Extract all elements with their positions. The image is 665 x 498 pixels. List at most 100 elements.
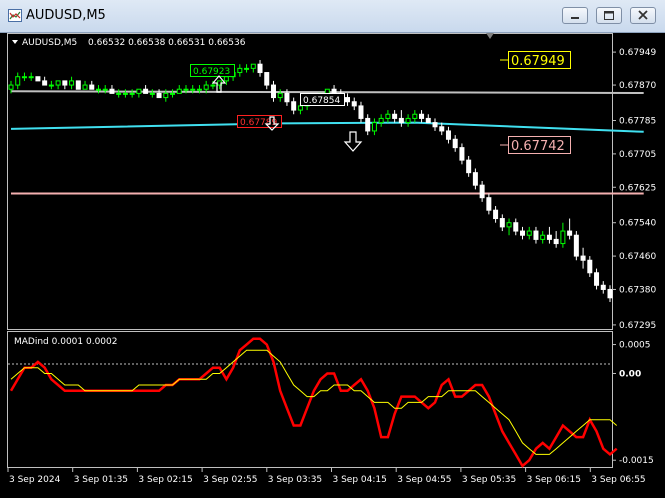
- candle-body: [210, 84, 216, 87]
- candle-body: [466, 159, 472, 174]
- candle-body: [223, 76, 229, 82]
- maximize-button[interactable]: [596, 7, 622, 24]
- candle-body: [297, 105, 303, 111]
- candle-body: [8, 84, 14, 90]
- candle-body: [136, 88, 142, 94]
- candle-body: [358, 105, 364, 119]
- candle-body: [122, 92, 128, 95]
- candle-body: [412, 113, 418, 119]
- candle-body: [257, 63, 263, 74]
- price-tick-label: 0.67785: [619, 117, 656, 127]
- indicator-name: MADind 0.0001 0.0002: [14, 337, 117, 347]
- candle-body: [513, 222, 519, 232]
- indicator-tick-label: 0.0005: [619, 341, 651, 351]
- price-tick-label: 0.67870: [619, 81, 656, 91]
- candle-body: [21, 76, 27, 79]
- candle-body: [385, 113, 391, 119]
- time-tick-label: 3 Sep 02:15: [138, 475, 192, 485]
- window-title: AUDUSD,M5: [26, 8, 106, 23]
- price-chart[interactable]: AUDUSD,M5 0.66532 0.66538 0.66531 0.6653…: [0, 33, 665, 498]
- candle-body: [493, 209, 499, 220]
- trade-tag-red[interactable]: 0.67789: [237, 115, 282, 129]
- candle-body: [324, 88, 330, 94]
- trade-tag-white[interactable]: 0.67854: [300, 93, 345, 107]
- candle-body: [472, 172, 478, 186]
- candle-body: [439, 126, 445, 132]
- candle-body: [62, 80, 68, 86]
- time-tick-label: 3 Sep 03:35: [268, 475, 322, 485]
- maximize-icon: [604, 11, 614, 20]
- candle-body: [587, 259, 593, 274]
- candle-body: [82, 84, 88, 90]
- candle-body: [264, 72, 270, 86]
- candle-body: [176, 88, 182, 94]
- indicator-tick-label: -0.0015: [619, 456, 654, 466]
- time-tick-label: 3 Sep 02:55: [203, 475, 257, 485]
- time-tick-label: 3 Sep 04:15: [333, 475, 387, 485]
- price-tick-label: 0.67949: [619, 48, 656, 58]
- chart-window: AUDUSD,M5 AUDUSD,M5 0.66532 0.66538 0.66…: [0, 0, 665, 498]
- candle-body: [35, 76, 41, 82]
- time-tick-label: 3 Sep 04:55: [397, 475, 451, 485]
- time-tick-label: 3 Sep 06:15: [527, 475, 581, 485]
- trade-tag-green-text: 0.67923: [193, 67, 230, 77]
- candle-body: [506, 222, 512, 228]
- candle-body: [452, 138, 458, 149]
- candle-body: [365, 117, 371, 132]
- candle-body: [600, 284, 606, 290]
- candle-body: [425, 117, 431, 124]
- chart-window-icon: [8, 9, 22, 22]
- candle-body: [479, 184, 485, 199]
- candle-body: [75, 80, 81, 90]
- candle-body: [156, 92, 162, 99]
- candle-body: [459, 147, 465, 161]
- close-button[interactable]: [630, 7, 656, 24]
- price-tick-label: 0.67460: [619, 252, 656, 262]
- time-tick-label: 3 Sep 05:35: [462, 475, 516, 485]
- upper-level-tag[interactable]: 0.67949: [500, 51, 571, 70]
- minimize-icon: [571, 17, 579, 19]
- candle-body: [284, 92, 290, 103]
- candle-body: [277, 92, 283, 99]
- candle-body: [42, 80, 48, 86]
- candle-body: [15, 76, 21, 86]
- candle-body: [546, 234, 552, 240]
- candle-body: [163, 92, 169, 99]
- minimize-button[interactable]: [562, 7, 588, 24]
- price-tick-label: 0.67625: [619, 183, 656, 193]
- candle-body: [331, 88, 337, 94]
- trade-tag-green[interactable]: 0.67923: [190, 64, 235, 78]
- candle-body: [445, 130, 451, 140]
- lower-level-value: 0.67742: [511, 139, 565, 154]
- price-tick-label: 0.67295: [619, 321, 656, 331]
- price-axis: 0.67949 0.67870 0.67785 0.67705 0.67625 0.675…: [612, 48, 656, 331]
- time-tick-label: 3 Sep 06:55: [591, 475, 645, 485]
- candle-body: [398, 117, 404, 124]
- candle-body: [250, 63, 256, 69]
- candle-body: [432, 122, 438, 128]
- time-tick-label: 3 Sep 2024: [9, 475, 61, 485]
- candle-body: [553, 238, 559, 245]
- candle-body: [580, 255, 586, 261]
- candle-body: [567, 230, 573, 236]
- candle-body: [116, 92, 122, 95]
- candle-body: [540, 234, 546, 240]
- candle-body: [95, 88, 101, 91]
- candle-body: [143, 88, 149, 94]
- candle-body: [203, 84, 209, 90]
- candle-body: [237, 67, 243, 74]
- lower-level-tag[interactable]: 0.67742: [500, 136, 571, 155]
- upper-level-value: 0.67949: [511, 54, 565, 69]
- candle-body: [371, 122, 377, 132]
- candle-body: [170, 92, 176, 95]
- candle-body: [291, 101, 297, 111]
- candle-body: [196, 88, 202, 91]
- candle-body: [499, 218, 505, 228]
- candle-body: [345, 97, 351, 103]
- title-bar[interactable]: AUDUSD,M5: [0, 0, 665, 33]
- time-tick-label: 3 Sep 01:35: [74, 475, 128, 485]
- candle-body: [270, 84, 276, 99]
- indicator-tick-label: 0.00: [619, 369, 641, 379]
- candle-body: [69, 80, 75, 86]
- candle-body: [351, 101, 357, 107]
